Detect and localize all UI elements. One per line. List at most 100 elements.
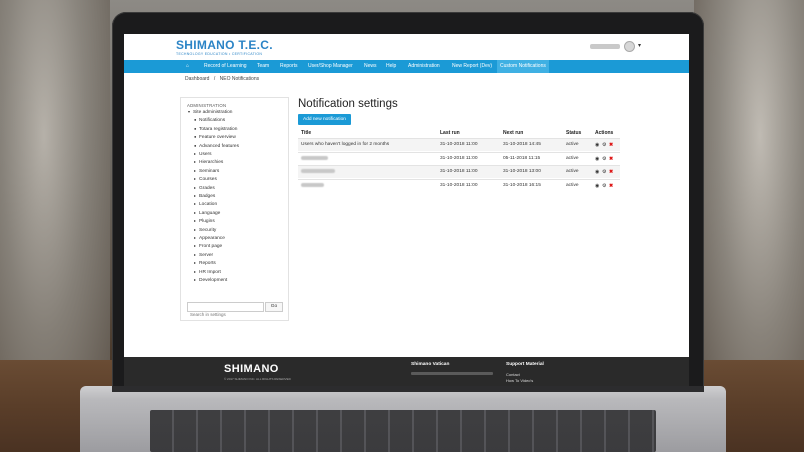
notification-title-blurred[interactable] [301, 169, 335, 174]
nav-item-user-shop-manager[interactable]: User/Shop Manager [308, 60, 353, 73]
nav-item-administration[interactable]: Administration [408, 60, 440, 73]
column-header-actions: Actions [595, 130, 614, 136]
tree-item-label: Front page [199, 244, 223, 250]
tree-item-label: Plugins [199, 219, 215, 225]
eye-icon[interactable]: ◉ [595, 142, 599, 148]
user-menu[interactable]: ▾ [590, 41, 645, 53]
site-footer: SHIMANO © 2017 SHIMANO INC. ALL RIGHTS R… [124, 357, 689, 386]
tree-item-label: Server [199, 252, 214, 258]
add-notification-button[interactable]: Add new notification [298, 114, 351, 125]
tree-item-label: HR Import [199, 269, 221, 275]
tree-item-label: Reports [199, 261, 216, 267]
nav-item-reports[interactable]: Reports [280, 60, 298, 73]
go-button[interactable]: Go [265, 302, 283, 312]
footer-col-title: Support Material [506, 362, 544, 367]
tree-item[interactable]: ▸ Security [194, 226, 216, 234]
eye-icon[interactable]: ◉ [595, 169, 599, 175]
eye-icon[interactable]: ◉ [595, 183, 599, 189]
tree-item[interactable]: ▸ Grades [194, 184, 215, 192]
delete-icon[interactable]: ✖ [609, 142, 613, 148]
tree-item-label: Users [199, 152, 212, 157]
tree-item[interactable]: ▸ Appearance [194, 234, 225, 242]
next-run-cell: 31-10-2018 13:00 [503, 169, 541, 174]
tree-item-label: Notifications [199, 118, 226, 124]
nav-item-new-report-dev[interactable]: New Report (Dev) [452, 60, 492, 73]
next-run-cell: 31-10-2018 16:15 [503, 182, 541, 188]
column-header-next-run[interactable]: Next run [503, 130, 523, 136]
laptop-keyboard [150, 410, 656, 452]
tree-item-label: Site administration [193, 110, 233, 115]
tree-item[interactable]: ▸ Server [194, 251, 213, 259]
column-header-title[interactable]: Title [301, 130, 311, 136]
gear-icon[interactable]: ⚙ [602, 142, 606, 148]
tree-item[interactable]: ● Notifications [194, 116, 225, 124]
tree-item[interactable]: ● Totara registration [194, 125, 237, 133]
gear-icon[interactable]: ⚙ [602, 183, 606, 189]
column-header-status[interactable]: Status [566, 130, 581, 136]
gear-icon[interactable]: ⚙ [602, 156, 606, 162]
tree-item-label: Development [199, 278, 228, 283]
status-cell: active [566, 155, 579, 161]
laptop-hinge [112, 386, 704, 392]
last-run-cell: 31-10-2018 11:00 [440, 142, 478, 147]
tree-item[interactable]: ▸ Location [194, 200, 217, 208]
tree-item[interactable]: ▸ Plugins [194, 217, 215, 225]
tree-item[interactable]: ● Advanced features [194, 142, 239, 150]
nav-item-team[interactable]: Team [257, 60, 269, 73]
tree-item[interactable]: ▸ Hierarchies [194, 158, 223, 166]
administration-block: ADMINISTRATION ▾ Site administration ● Noti… [180, 97, 289, 321]
settings-search-input[interactable] [187, 302, 267, 319]
delete-icon[interactable]: ✖ [609, 156, 613, 162]
footer-link-how-to-videos[interactable]: How To Video's [506, 378, 533, 383]
breadcrumb-dashboard[interactable]: Dashboard [185, 76, 209, 82]
blurred-text [301, 155, 328, 160]
footer-link-contact[interactable]: Contact [506, 372, 520, 377]
notification-title[interactable]: Users who haven't logged in for 2 months [301, 142, 389, 147]
tree-item-label: Feature overview [199, 135, 236, 141]
breadcrumb-separator: / [213, 76, 216, 82]
notification-title-blurred[interactable] [301, 182, 324, 188]
last-run-cell: 31-10-2018 11:00 [440, 182, 478, 188]
last-run-cell: 31-10-2018 11:00 [440, 169, 478, 174]
tree-item[interactable]: ▸ Front page [194, 242, 222, 250]
tree-item[interactable]: ▸ Development [194, 276, 227, 284]
site-logo[interactable]: SHIMANO T.E.C. [176, 38, 273, 52]
tree-item[interactable]: ▸ Users [194, 150, 212, 158]
nav-item-news[interactable]: News [364, 60, 377, 73]
nav-item-help[interactable]: Help [386, 60, 396, 73]
chevron-down-icon[interactable]: ▾ [638, 42, 641, 49]
tree-item-label: Language [199, 210, 221, 216]
tree-item[interactable]: ▾ Site administration [188, 108, 232, 116]
notification-title-blurred[interactable] [301, 155, 328, 161]
nav-item-custom-notifications[interactable]: Custom Notifications [497, 60, 549, 73]
gear-icon[interactable]: ⚙ [602, 169, 606, 175]
tree-item[interactable]: ▸ Language [194, 209, 220, 217]
tree-item[interactable]: ▸ Reports [194, 259, 216, 267]
nav-item-record-of-learning[interactable]: Record of Learning [204, 60, 247, 73]
tree-item[interactable]: ▸ Badges [194, 192, 215, 200]
delete-icon[interactable]: ✖ [609, 183, 613, 189]
avatar[interactable] [624, 41, 635, 52]
tree-item-label: Seminars [199, 168, 220, 174]
main-navbar: ⌂ Record of Learning Team Reports User/S… [124, 60, 689, 73]
tree-item-label: Appearance [199, 236, 225, 241]
tree-item[interactable]: ● Feature overview [194, 133, 236, 141]
tree-item[interactable]: ▸ HR Import [194, 268, 221, 276]
tree-item-label: Location [199, 202, 218, 208]
settings-search-field[interactable] [188, 310, 267, 319]
breadcrumb-neo-notifications[interactable]: NEO Notifications [220, 76, 259, 82]
eye-icon[interactable]: ◉ [595, 156, 599, 162]
tree-item[interactable]: ▸ Seminars [194, 167, 219, 175]
home-icon[interactable]: ⌂ [186, 60, 189, 73]
column-header-last-run[interactable]: Last run [440, 130, 460, 136]
delete-icon[interactable]: ✖ [609, 169, 613, 175]
footer-logo: SHIMANO [224, 363, 279, 375]
page-title: Notification settings [298, 98, 398, 110]
next-run-cell: 05-11-2018 11:15 [503, 155, 541, 161]
footer-copyright: © 2017 SHIMANO INC. ALL RIGHTS RESERVED [224, 377, 291, 381]
tree-item[interactable]: ▸ Courses [194, 175, 217, 183]
blurred-text [301, 169, 335, 173]
tree-item-label: Security [199, 227, 217, 233]
tree-item-label: Badges [199, 194, 216, 199]
breadcrumb: Dashboard / NEO Notifications [185, 76, 262, 82]
